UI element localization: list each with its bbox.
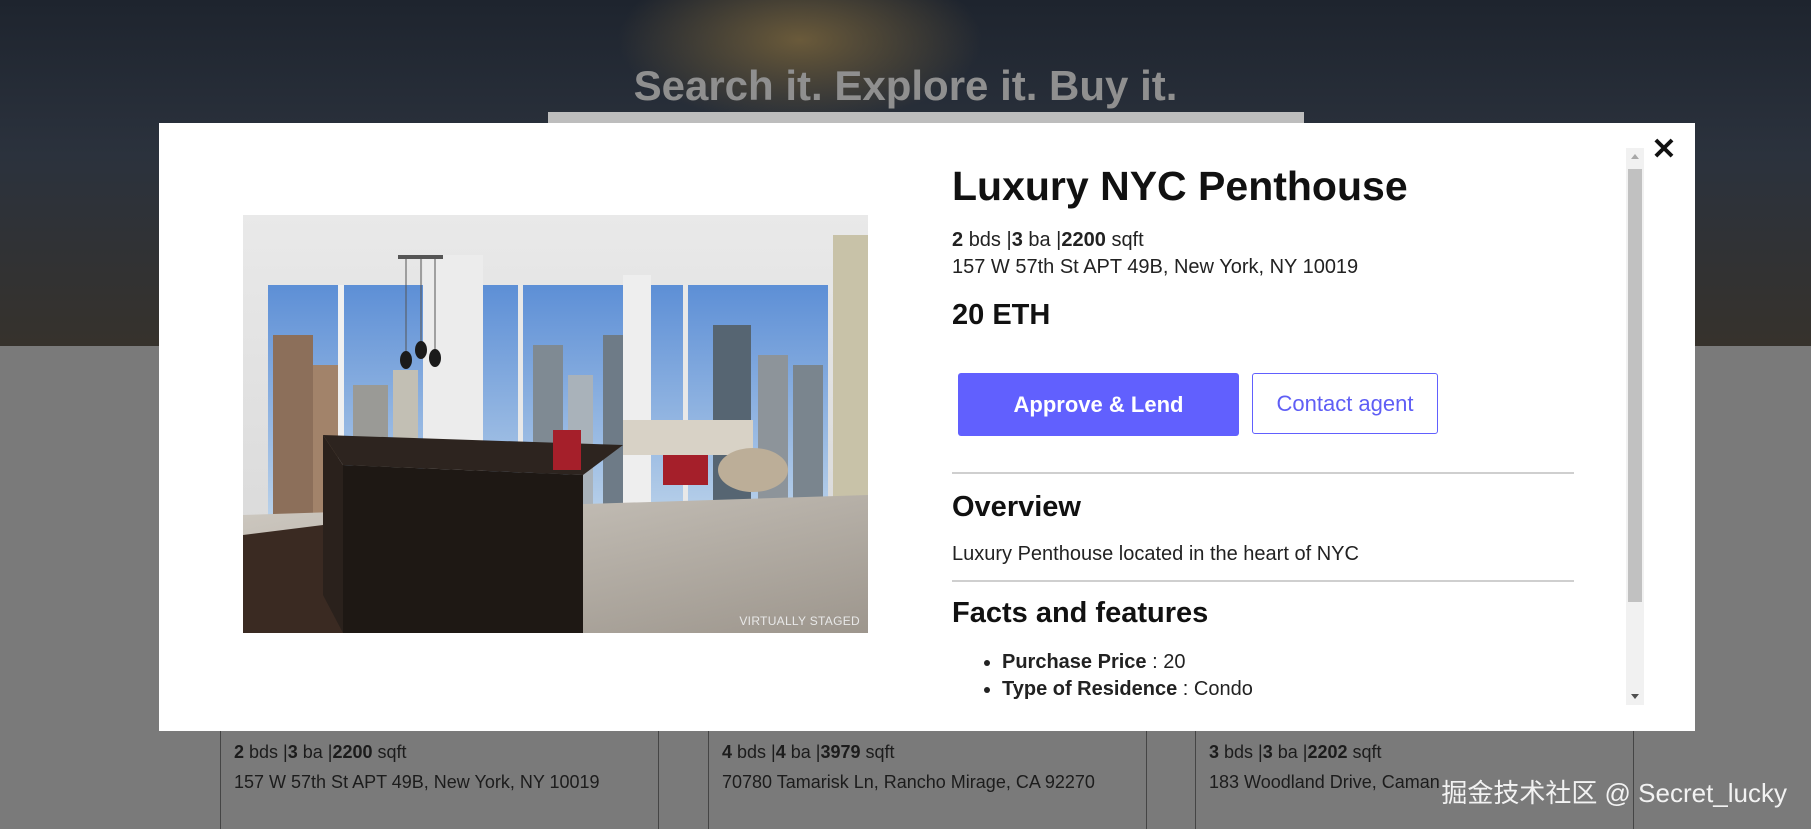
- facts-list: Purchase Price : 20 Type of Residence : …: [952, 649, 1253, 703]
- card-specs: 2 bds |3 ba |2200 sqft: [234, 742, 407, 762]
- property-address: 157 W 57th St APT 49B, New York, NY 1001…: [952, 256, 1359, 278]
- divider: [952, 472, 1574, 474]
- overview-text: Luxury Penthouse located in the heart of…: [952, 543, 1359, 565]
- fact-item: Purchase Price : 20: [1002, 649, 1253, 676]
- scroll-thumb[interactable]: [1628, 169, 1642, 602]
- fact-item: Type of Residence : Condo: [1002, 676, 1253, 703]
- card-address: 70780 Tamarisk Ln, Rancho Mirage, CA 922…: [722, 772, 1095, 792]
- watermark: 掘金技术社区 @ Secret_lucky: [1441, 778, 1787, 808]
- property-title: Luxury NYC Penthouse: [952, 163, 1408, 209]
- property-details: Luxury NYC Penthouse 2 bds |3 ba |2200 s…: [952, 123, 1592, 731]
- details-scrollbar[interactable]: [1626, 148, 1644, 705]
- close-icon[interactable]: ✕: [1649, 135, 1679, 165]
- card-specs: 4 bds |4 ba |3979 sqft: [722, 742, 895, 762]
- facts-heading: Facts and features: [952, 597, 1209, 629]
- property-modal: VIRTUALLY STAGED ✕ Luxury NYC Penthouse …: [159, 123, 1695, 731]
- property-price: 20 ETH: [952, 299, 1051, 331]
- contact-agent-button[interactable]: Contact agent: [1252, 373, 1438, 434]
- overview-heading: Overview: [952, 491, 1081, 523]
- property-specs: 2 bds |3 ba |2200 sqft: [952, 229, 1144, 251]
- photo-caption: VIRTUALLY STAGED: [739, 614, 860, 628]
- scroll-down-arrow-icon[interactable]: [1626, 689, 1644, 705]
- hero-title: Search it. Explore it. Buy it.: [633, 62, 1178, 109]
- card-address: 157 W 57th St APT 49B, New York, NY 1001…: [234, 772, 600, 792]
- divider: [952, 580, 1574, 582]
- property-photo: VIRTUALLY STAGED: [243, 215, 868, 633]
- scroll-up-arrow-icon[interactable]: [1626, 148, 1644, 164]
- card-specs: 3 bds |3 ba |2202 sqft: [1209, 742, 1382, 762]
- card-address: 183 Woodland Drive, Caman: [1209, 772, 1440, 792]
- approve-lend-button[interactable]: Approve & Lend: [958, 373, 1239, 436]
